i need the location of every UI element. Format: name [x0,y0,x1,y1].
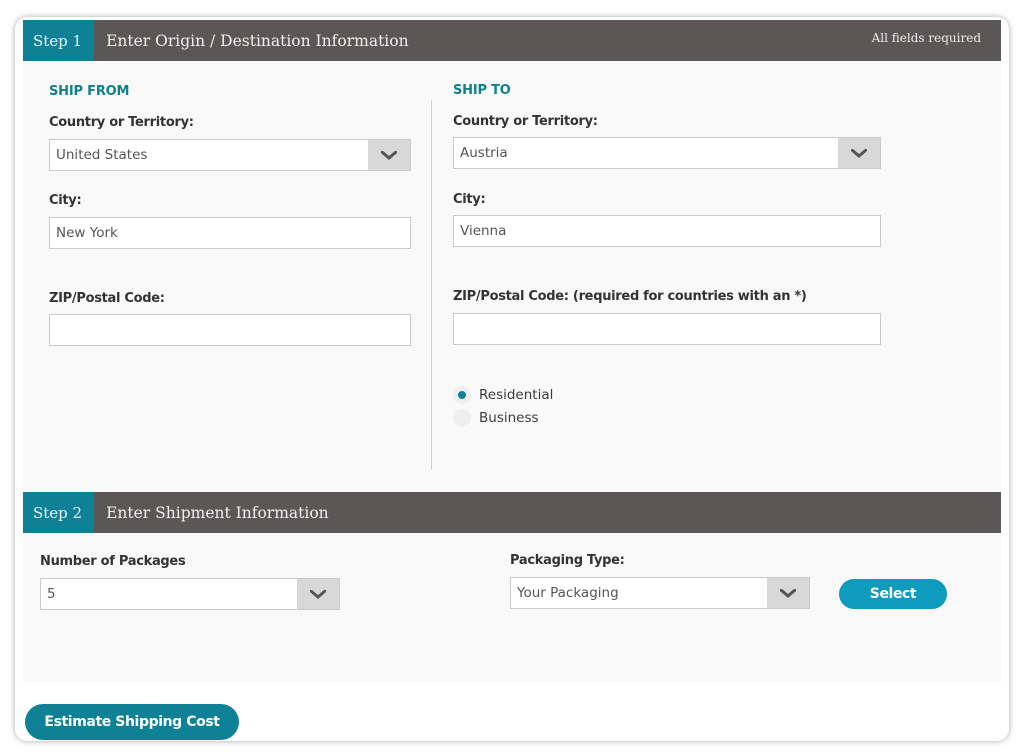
packaging-type-value: Your Packaging [517,585,619,601]
ship-to-city-input[interactable]: Vienna [453,215,881,247]
select-button[interactable]: Select [839,579,947,609]
step1-title: Enter Origin / Destination Information [106,31,409,50]
all-fields-required-note: All fields required [871,31,981,45]
packages-value: 5 [47,586,56,602]
ship-from-title: SHIP FROM [49,84,130,99]
column-divider [431,100,432,470]
ship-to-title: SHIP TO [453,83,511,98]
radio-residential[interactable]: Residential [453,386,553,404]
step2-header: Step 2 Enter Shipment Information [23,492,1001,533]
packages-label: Number of Packages [40,554,186,569]
step2-title: Enter Shipment Information [106,503,329,522]
ship-from-country-value: United States [56,147,148,163]
estimate-shipping-cost-button[interactable]: Estimate Shipping Cost [25,704,239,740]
ship-from-country-select[interactable]: United States [49,139,411,171]
ship-to-zip-label: ZIP/Postal Code: (required for countries… [453,289,807,304]
ship-to-country-select[interactable]: Austria [453,137,881,169]
ship-from-zip-input[interactable] [49,314,411,346]
step2-tag: Step 2 [23,492,95,533]
ship-from-zip-label: ZIP/Postal Code: [49,291,165,306]
ship-from-city-label: City: [49,193,82,208]
step2-section: Step 2 Enter Shipment Information Number… [23,492,1001,682]
chevron-down-icon[interactable] [838,138,880,168]
radio-business-label: Business [479,410,539,426]
step1-header: Step 1 Enter Origin / Destination Inform… [23,20,1001,61]
chevron-down-icon[interactable] [297,579,339,609]
chevron-down-icon[interactable] [767,578,809,608]
radio-unselected-icon[interactable] [453,409,471,427]
radio-selected-icon[interactable] [453,386,471,404]
ship-from-city-input[interactable]: New York [49,217,411,249]
ship-from-country-label: Country or Territory: [49,115,194,130]
step1-tag: Step 1 [23,20,95,61]
ship-to-country-value: Austria [460,145,508,161]
ship-to-city-label: City: [453,192,486,207]
shipping-estimator-card: Step 1 Enter Origin / Destination Inform… [15,17,1009,741]
packaging-type-select[interactable]: Your Packaging [510,577,810,609]
ship-to-city-value: Vienna [460,223,507,239]
ship-from-city-value: New York [56,225,118,241]
radio-residential-label: Residential [479,387,554,403]
radio-business[interactable]: Business [453,409,539,427]
step1-section: Step 1 Enter Origin / Destination Inform… [23,20,1001,492]
chevron-down-icon[interactable] [368,140,410,170]
ship-to-country-label: Country or Territory: [453,114,598,129]
packages-select[interactable]: 5 [40,578,340,610]
packaging-type-label: Packaging Type: [510,553,625,568]
ship-to-zip-input[interactable] [453,313,881,345]
